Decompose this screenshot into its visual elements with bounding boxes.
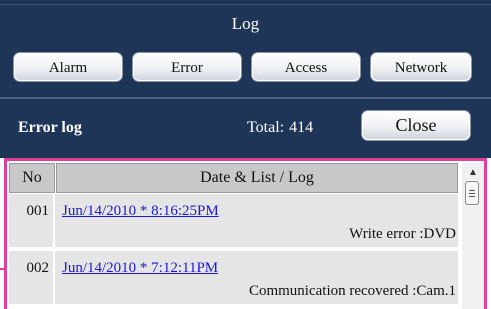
table-row: 001 Jun/14/2010 * 8:16:25PM Write error … <box>9 194 458 249</box>
log-date-link[interactable]: Jun/14/2010 * 8:16:25PM <box>62 203 219 220</box>
section-divider <box>0 97 491 99</box>
tab-access[interactable]: Access <box>251 52 361 82</box>
scroll-thumb[interactable] <box>465 181 479 205</box>
scroll-up-icon[interactable]: ▲ <box>462 165 484 181</box>
frame-marker <box>0 268 7 270</box>
panel-title: Log <box>231 14 260 33</box>
row-number: 001 <box>9 194 55 247</box>
column-header-no: No <box>9 163 55 193</box>
log-type-label: Error log <box>18 119 82 136</box>
total-value: 414 <box>289 119 314 136</box>
tab-network[interactable]: Network <box>370 52 472 82</box>
row-number: 002 <box>9 251 55 304</box>
table-row: 002 Jun/14/2010 * 7:12:11PM Communicatio… <box>9 251 458 306</box>
top-divider <box>0 4 491 5</box>
tab-error[interactable]: Error <box>132 52 242 82</box>
log-message: Write error :DVD <box>349 226 456 242</box>
log-table: No Date & List / Log 001 Jun/14/2010 * 8… <box>9 163 458 309</box>
total-count: Total: 414 <box>247 119 313 137</box>
tab-alarm[interactable]: Alarm <box>13 52 123 82</box>
column-header-entry: Date & List / Log <box>56 163 458 193</box>
log-date-link[interactable]: Jun/14/2010 * 7:12:11PM <box>62 260 218 277</box>
close-button[interactable]: Close <box>361 110 471 141</box>
vertical-scrollbar[interactable]: ▲ <box>462 163 484 309</box>
log-message: Communication recovered :Cam.1 <box>248 283 456 299</box>
total-label: Total: <box>247 119 285 136</box>
